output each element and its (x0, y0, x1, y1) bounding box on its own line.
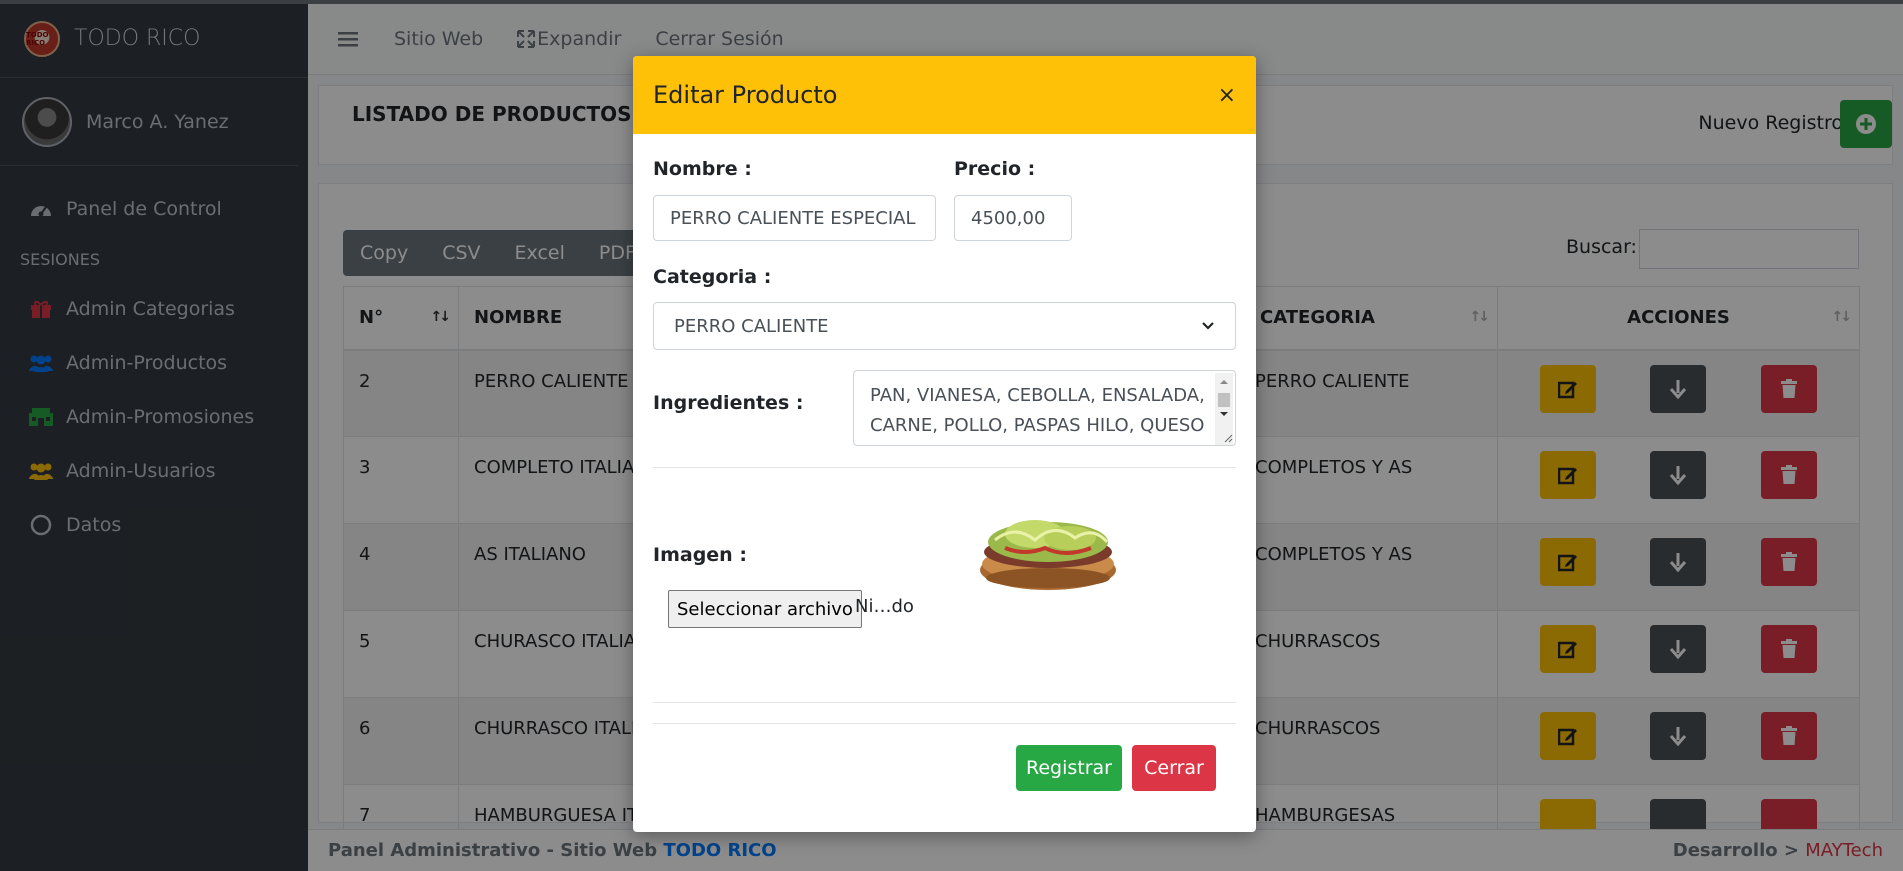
product-image (975, 504, 1121, 601)
file-status: Ni…do (855, 596, 914, 617)
modal-title: Editar Producto (653, 81, 838, 109)
nombre-input[interactable]: PERRO CALIENTE ESPECIAL (653, 195, 936, 241)
nombre-label: Nombre : (653, 158, 752, 180)
divider (653, 702, 1236, 703)
ingredientes-textarea[interactable]: PAN, VIANESA, CEBOLLA, ENSALADA, CARNE, … (853, 370, 1236, 446)
modal-header: Editar Producto × (633, 56, 1256, 134)
categoria-select[interactable]: PERRO CALIENTE (653, 302, 1236, 350)
chevron-down-icon (1202, 322, 1214, 330)
modal-close-icon[interactable]: × (1218, 83, 1236, 108)
categoria-selected-value: PERRO CALIENTE (674, 315, 829, 337)
modal-footer-divider (653, 723, 1236, 724)
hotdog-image (980, 520, 1116, 590)
divider (653, 467, 1236, 468)
ingredientes-line: PAN, VIANESA, CEBOLLA, ENSALADA, (870, 385, 1205, 406)
file-select-button[interactable]: Seleccionar archivo (668, 590, 862, 628)
register-button[interactable]: Registrar (1016, 745, 1122, 791)
imagen-label: Imagen : (653, 544, 747, 566)
scroll-down-icon (1220, 412, 1228, 416)
precio-label: Precio : (954, 158, 1036, 180)
precio-input[interactable]: 4500,00 (954, 195, 1072, 241)
close-button[interactable]: Cerrar (1132, 745, 1216, 791)
edit-product-modal: Editar Producto × Nombre : PERRO CALIENT… (633, 56, 1256, 832)
ingredientes-line: CARNE, POLLO, PASPAS HILO, QUESO (870, 415, 1205, 436)
scroll-up-icon (1220, 380, 1228, 384)
top-strip (0, 0, 1903, 4)
resize-handle-icon[interactable] (1223, 433, 1233, 443)
scrollbar-thumb[interactable] (1218, 393, 1230, 407)
ingredientes-label: Ingredientes : (653, 392, 804, 414)
categoria-label: Categoria : (653, 266, 772, 288)
